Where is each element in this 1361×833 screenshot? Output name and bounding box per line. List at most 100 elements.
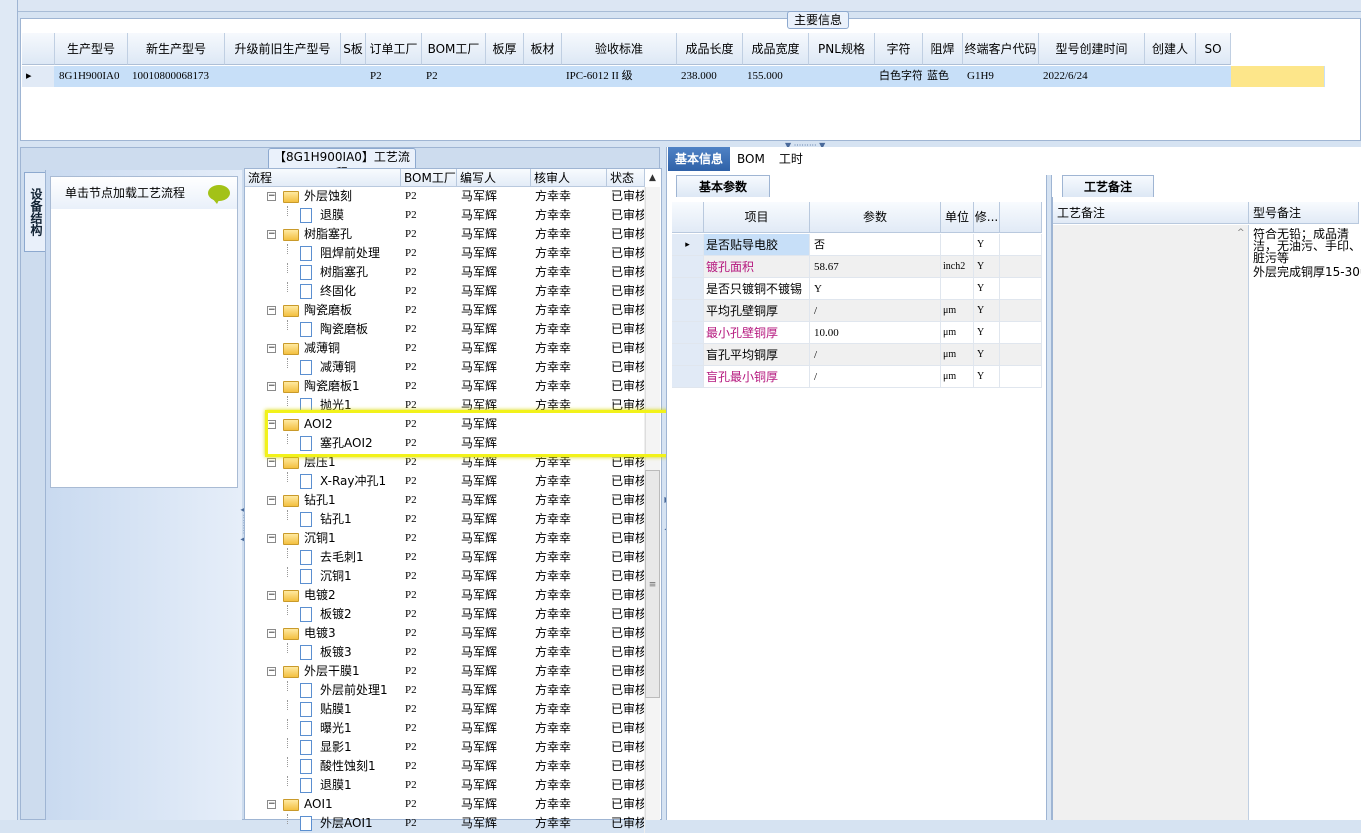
main-col-header[interactable]: 阻焊 [923,33,963,65]
tab-0[interactable]: 基本信息 [668,147,731,171]
tree-node[interactable]: 外层前处理1 [245,681,401,700]
tree-col-header[interactable]: 编写人 [457,169,531,187]
tree-row[interactable]: 钻孔1 P2 马军辉 方幸幸 已审核 [245,510,645,529]
tree-row[interactable]: 退膜1 P2 马军辉 方幸幸 已审核 [245,776,645,795]
tree-row[interactable]: − 陶瓷磨板1 P2 马军辉 方幸幸 已审核 [245,377,645,396]
main-col-header[interactable]: BOM工厂 [422,33,486,65]
tree-node[interactable]: 贴膜1 [245,700,401,719]
params-col-header[interactable]: 修... [974,202,1000,233]
tree-row[interactable]: 板镀2 P2 马军辉 方幸幸 已审核 [245,605,645,624]
tree-row[interactable]: 外层AOI1 P2 马军辉 方幸幸 已审核 [245,814,645,833]
tree-row[interactable]: − 电镀3 P2 马军辉 方幸幸 已审核 [245,624,645,643]
chevron-up-icon[interactable]: ^ [1237,228,1245,238]
main-cell[interactable]: IPC-6012 II 级 [562,66,677,87]
param-value[interactable]: 10.00 [810,322,941,343]
tree-col-header[interactable]: 流程 [245,169,401,187]
collapse-icon[interactable]: − [267,306,276,315]
tree-row[interactable]: − 外层干膜1 P2 马军辉 方幸幸 已审核 [245,662,645,681]
main-cell[interactable] [225,66,341,87]
tree-row[interactable]: 去毛刺1 P2 马军辉 方幸幸 已审核 [245,548,645,567]
main-col-header[interactable]: S板 [341,33,366,65]
params-row[interactable]: 平均孔壁铜厚 / μm Y [672,300,1042,322]
params-row[interactable]: 是否只镀铜不镀锡 Y Y [672,278,1042,300]
tree-node[interactable]: − 陶瓷磨板 [245,301,401,320]
main-col-header[interactable]: 字符 [875,33,923,65]
tree-row[interactable]: 终固化 P2 马军辉 方幸幸 已审核 [245,282,645,301]
main-col-header[interactable]: 成品长度 [677,33,743,65]
param-value[interactable]: 否 [810,234,941,255]
params-row[interactable]: 盲孔平均铜厚 / μm Y [672,344,1042,366]
main-col-header[interactable]: 生产型号 [55,33,128,65]
device-structure-tab[interactable]: 设备结构 [24,172,46,252]
collapse-icon[interactable]: − [267,534,276,543]
tab-2[interactable]: 工时 [772,147,810,171]
main-col-header[interactable]: 板材 [524,33,562,65]
main-col-header[interactable]: 成品宽度 [743,33,809,65]
tree-row[interactable]: 外层前处理1 P2 马军辉 方幸幸 已审核 [245,681,645,700]
tree-node[interactable]: 板镀3 [245,643,401,662]
main-col-header[interactable]: 板厚 [486,33,524,65]
main-col-header[interactable]: 新生产型号 [128,33,225,65]
tree-row[interactable]: − 树脂塞孔 P2 马军辉 方幸幸 已审核 [245,225,645,244]
tree-node[interactable]: 显影1 [245,738,401,757]
main-cell[interactable] [524,66,562,87]
notes-col-header[interactable]: 工艺备注 [1053,202,1249,224]
tree-node[interactable]: 酸性蚀刻1 [245,757,401,776]
tree-node[interactable]: 终固化 [245,282,401,301]
main-cell[interactable] [1196,66,1231,87]
params-row[interactable]: 最小孔壁铜厚 10.00 μm Y [672,322,1042,344]
scroll-up-icon[interactable]: ▲ [645,171,660,185]
main-col-header[interactable]: 创建人 [1145,33,1196,65]
tree-row[interactable]: − 减薄铜 P2 马军辉 方幸幸 已审核 [245,339,645,358]
tree-col-header[interactable]: 状态 [607,169,645,187]
main-cell[interactable]: 白色字符 [875,66,923,87]
tree-row[interactable]: 减薄铜 P2 马军辉 方幸幸 已审核 [245,358,645,377]
param-value[interactable]: / [810,366,941,387]
tree-row[interactable]: 曝光1 P2 马军辉 方幸幸 已审核 [245,719,645,738]
scroll-thumb[interactable]: ≡ [645,470,660,698]
tree-row[interactable]: − AOI1 P2 马军辉 方幸幸 已审核 [245,795,645,814]
params-row[interactable]: ▸ 是否贴导电胶否 Y [672,234,1042,256]
main-cell[interactable] [341,66,366,87]
tree-node[interactable]: − 减薄铜 [245,339,401,358]
tree-node[interactable]: − 外层干膜1 [245,662,401,681]
tree-row[interactable]: 板镀3 P2 马军辉 方幸幸 已审核 [245,643,645,662]
tree-node[interactable]: X-Ray冲孔1 [245,472,401,491]
main-cell[interactable]: 155.000 [743,66,809,87]
tree-row[interactable]: 显影1 P2 马军辉 方幸幸 已审核 [245,738,645,757]
tree-node[interactable]: − 沉铜1 [245,529,401,548]
tab-1[interactable]: BOM [730,147,772,171]
param-value[interactable]: Y [810,278,941,299]
collapse-icon[interactable]: − [267,458,276,467]
tree-node[interactable]: 钻孔1 [245,510,401,529]
tree-col-header[interactable]: BOM工厂 [401,169,457,187]
tree-row[interactable]: 退膜 P2 马军辉 方幸幸 已审核 [245,206,645,225]
tree-node[interactable]: 退膜 [245,206,401,225]
main-col-header[interactable]: 订单工厂 [366,33,422,65]
tree-row[interactable]: 陶瓷磨板 P2 马军辉 方幸幸 已审核 [245,320,645,339]
tree-node[interactable]: 退膜1 [245,776,401,795]
tree-node[interactable]: 阻焊前处理 [245,244,401,263]
collapse-icon[interactable]: − [267,230,276,239]
params-row[interactable]: 盲孔最小铜厚 / μm Y [672,366,1042,388]
collapse-icon[interactable]: − [267,192,276,201]
collapse-icon[interactable]: − [267,496,276,505]
collapse-icon[interactable]: − [267,667,276,676]
param-value[interactable]: / [810,300,941,321]
main-cell[interactable]: 2022/6/24 [1039,66,1145,87]
tree-node[interactable]: − 外层蚀刻 [245,187,401,206]
tree-node[interactable]: − 树脂塞孔 [245,225,401,244]
main-col-header[interactable]: 型号创建时间 [1039,33,1145,65]
collapse-icon[interactable]: − [267,591,276,600]
tree-row[interactable]: 沉铜1 P2 马军辉 方幸幸 已审核 [245,567,645,586]
tree-node[interactable]: 去毛刺1 [245,548,401,567]
tree-node[interactable]: − AOI1 [245,795,401,814]
tree-row[interactable]: − 钻孔1 P2 马军辉 方幸幸 已审核 [245,491,645,510]
tree-col-header[interactable]: 核审人 [531,169,607,187]
tree-node[interactable]: 沉铜1 [245,567,401,586]
tree-node[interactable]: 树脂塞孔 [245,263,401,282]
params-col-header[interactable]: 单位 [941,202,974,233]
main-col-header[interactable]: 验收标准 [562,33,677,65]
tree-row[interactable]: − 外层蚀刻 P2 马军辉 方幸幸 已审核 [245,187,645,206]
collapse-icon[interactable]: − [267,382,276,391]
